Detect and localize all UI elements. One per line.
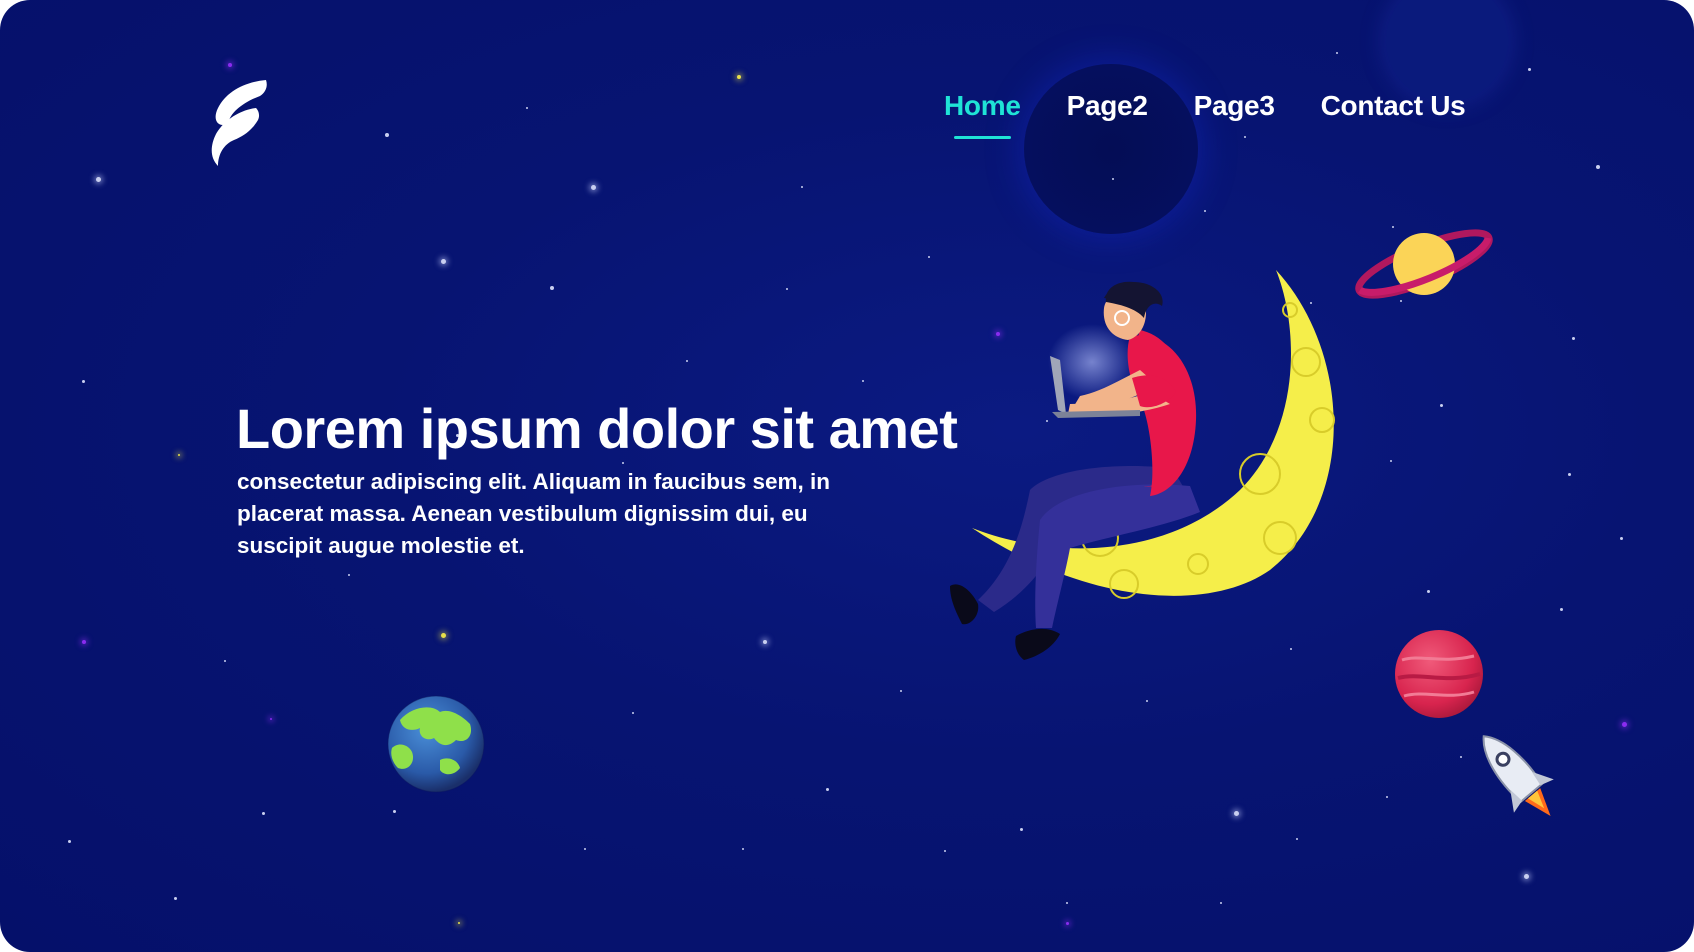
star xyxy=(826,788,829,791)
star xyxy=(1112,178,1114,180)
star xyxy=(928,256,930,258)
star xyxy=(68,840,71,843)
star xyxy=(96,177,101,182)
star xyxy=(1156,470,1158,472)
landing-page: Home Page2 Page3 Contact Us Lorem ipsum … xyxy=(0,0,1694,952)
brand-logo-icon[interactable] xyxy=(204,78,270,170)
person-with-laptop-illustration xyxy=(950,281,1200,660)
nav-item-contact-us[interactable]: Contact Us xyxy=(1321,90,1466,122)
star xyxy=(348,574,350,576)
star xyxy=(944,850,946,852)
star xyxy=(1460,756,1462,758)
star xyxy=(393,810,396,813)
earth-icon xyxy=(387,695,485,793)
star xyxy=(801,186,803,188)
star xyxy=(1400,300,1402,302)
hero-text: consectetur adipiscing elit. Aliquam in … xyxy=(237,469,831,558)
star xyxy=(900,690,902,692)
star xyxy=(82,640,86,644)
star xyxy=(686,360,688,362)
decorative-circle xyxy=(1386,0,1508,102)
star xyxy=(262,812,265,815)
star xyxy=(622,462,624,464)
star xyxy=(1528,68,1531,71)
star xyxy=(270,718,272,720)
star xyxy=(441,633,446,638)
star xyxy=(82,380,85,383)
hero-title: Lorem ipsum dolor sit amet xyxy=(236,397,958,460)
star xyxy=(591,185,596,190)
star xyxy=(1392,226,1394,228)
star xyxy=(1390,460,1392,462)
red-planet-icon xyxy=(1395,630,1483,718)
star xyxy=(1046,420,1048,422)
star xyxy=(1310,302,1312,304)
crescent-moon-icon xyxy=(972,270,1335,599)
star xyxy=(1290,648,1292,650)
star xyxy=(737,75,741,79)
star xyxy=(1244,136,1246,138)
nav-item-page3[interactable]: Page3 xyxy=(1194,90,1275,122)
star xyxy=(1427,590,1430,593)
nav-item-page2[interactable]: Page2 xyxy=(1067,90,1148,122)
star xyxy=(996,332,1000,336)
star xyxy=(1524,874,1529,879)
rocket-icon xyxy=(1482,735,1554,816)
star xyxy=(1386,796,1388,798)
star xyxy=(228,63,232,67)
star xyxy=(224,660,226,662)
star xyxy=(1572,337,1575,340)
nav-item-home[interactable]: Home xyxy=(944,90,1021,139)
star xyxy=(1596,165,1600,169)
saturn-icon xyxy=(1355,229,1493,299)
star xyxy=(526,107,528,109)
star xyxy=(1234,811,1239,816)
star xyxy=(1066,902,1068,904)
star xyxy=(584,848,586,850)
star xyxy=(862,380,864,382)
star xyxy=(178,454,180,456)
star xyxy=(1620,537,1623,540)
main-nav: Home Page2 Page3 Contact Us xyxy=(944,90,1466,139)
star xyxy=(1146,700,1148,702)
star xyxy=(458,922,460,924)
star xyxy=(1336,52,1338,54)
star xyxy=(632,712,634,714)
star xyxy=(1440,404,1443,407)
star xyxy=(1568,473,1571,476)
star xyxy=(742,848,744,850)
star xyxy=(763,640,767,644)
star xyxy=(786,288,788,290)
star xyxy=(1020,828,1023,831)
star xyxy=(385,133,389,137)
star xyxy=(1066,922,1069,925)
star xyxy=(550,286,554,290)
star xyxy=(1560,608,1563,611)
star xyxy=(174,897,177,900)
star xyxy=(1622,722,1627,727)
star xyxy=(1204,210,1206,212)
star xyxy=(441,259,446,264)
star xyxy=(1296,838,1298,840)
star xyxy=(1220,902,1222,904)
